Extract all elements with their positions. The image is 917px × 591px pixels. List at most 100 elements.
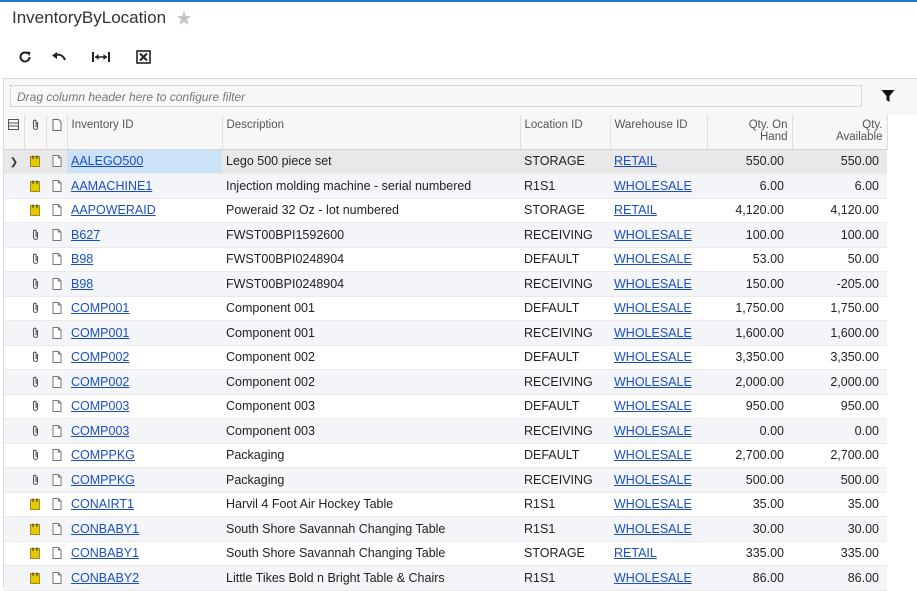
document-icon[interactable] <box>46 222 67 248</box>
inventory-id-link[interactable]: B627 <box>71 228 100 242</box>
note-attached-icon[interactable] <box>24 516 46 542</box>
row-indicator[interactable] <box>4 345 24 370</box>
inventory-id-cell[interactable]: AAPOWERAID <box>67 198 222 223</box>
document-icon[interactable] <box>46 247 67 272</box>
filter-drop-zone[interactable]: Drag column header here to configure fil… <box>10 85 862 107</box>
inventory-id-link[interactable]: COMP001 <box>71 301 129 315</box>
row-indicator[interactable] <box>4 394 24 419</box>
refresh-button[interactable] <box>12 46 38 68</box>
row-indicator[interactable] <box>4 247 24 272</box>
warehouse-id-cell[interactable]: RETAIL <box>610 198 707 223</box>
warehouse-id-link[interactable]: WHOLESALE <box>614 179 692 193</box>
table-row[interactable]: CONBABY1 South Shore Savannah Changing Ta… <box>4 516 887 542</box>
document-icon[interactable] <box>46 149 67 174</box>
document-icon[interactable] <box>46 345 67 370</box>
inventory-id-link[interactable]: AAMACHINE1 <box>71 179 152 193</box>
inventory-id-cell[interactable]: B98 <box>67 247 222 272</box>
warehouse-id-link[interactable]: WHOLESALE <box>614 350 692 364</box>
warehouse-id-cell[interactable]: WHOLESALE <box>610 418 707 444</box>
document-icon[interactable] <box>46 198 67 223</box>
files-icon[interactable] <box>24 418 46 444</box>
row-indicator[interactable] <box>4 173 24 199</box>
warehouse-id-cell[interactable]: WHOLESALE <box>610 369 707 395</box>
warehouse-id-link[interactable]: WHOLESALE <box>614 473 692 487</box>
files-icon[interactable] <box>24 467 46 493</box>
row-indicator[interactable] <box>4 516 24 542</box>
warehouse-id-cell[interactable]: WHOLESALE <box>610 320 707 346</box>
note-attached-icon[interactable] <box>24 173 46 199</box>
table-row[interactable]: CONBABY1 South Shore Savannah Changing Ta… <box>4 541 887 566</box>
document-icon[interactable] <box>46 394 67 419</box>
warehouse-id-cell[interactable]: WHOLESALE <box>610 345 707 370</box>
warehouse-id-link[interactable]: RETAIL <box>614 154 657 168</box>
inventory-id-cell[interactable]: CONBABY1 <box>67 541 222 566</box>
inventory-id-cell[interactable]: COMP001 <box>67 296 222 321</box>
warehouse-id-cell[interactable]: WHOLESALE <box>610 565 707 591</box>
column-header-location-id[interactable]: Location ID <box>520 115 611 150</box>
document-icon[interactable] <box>46 173 67 199</box>
table-row[interactable]: COMP002 Component 002 DEFAULT WHOLESALE 3,35… <box>4 345 887 370</box>
document-icon[interactable] <box>46 296 67 321</box>
warehouse-id-link[interactable]: WHOLESALE <box>614 497 692 511</box>
inventory-id-cell[interactable]: COMP002 <box>67 345 222 370</box>
warehouse-id-cell[interactable]: WHOLESALE <box>610 394 707 419</box>
warehouse-id-cell[interactable]: WHOLESALE <box>610 516 707 542</box>
inventory-id-cell[interactable]: COMP001 <box>67 320 222 346</box>
warehouse-id-link[interactable]: WHOLESALE <box>614 252 692 266</box>
row-indicator[interactable] <box>4 198 24 223</box>
inventory-id-cell[interactable]: AAMACHINE1 <box>67 173 222 199</box>
favorite-star-icon[interactable] <box>176 10 192 26</box>
table-row[interactable]: CONBABY2 Little Tikes Bold n Bright Table… <box>4 565 887 591</box>
column-header-qty-available[interactable]: Qty. Available <box>792 115 888 150</box>
document-icon[interactable] <box>46 541 67 566</box>
inventory-id-link[interactable]: COMP002 <box>71 375 129 389</box>
document-icon[interactable] <box>46 467 67 493</box>
inventory-id-cell[interactable]: COMP002 <box>67 369 222 395</box>
inventory-id-link[interactable]: B98 <box>71 252 93 266</box>
table-row[interactable]: AAPOWERAID Poweraid 32 Oz - lot numbered S… <box>4 198 887 223</box>
table-row[interactable]: B98 FWST00BPI0248904 RECEIVING WHOLESALE 150… <box>4 271 887 297</box>
row-indicator[interactable] <box>4 369 24 395</box>
warehouse-id-link[interactable]: WHOLESALE <box>614 522 692 536</box>
files-icon[interactable] <box>24 394 46 419</box>
table-row[interactable]: COMP003 Component 003 RECEIVING WHOLESALE 0.… <box>4 418 887 444</box>
row-indicator[interactable] <box>4 541 24 566</box>
inventory-id-cell[interactable]: CONBABY1 <box>67 516 222 542</box>
warehouse-id-link[interactable]: WHOLESALE <box>614 277 692 291</box>
note-attached-icon[interactable] <box>24 198 46 223</box>
warehouse-id-link[interactable]: RETAIL <box>614 203 657 217</box>
export-excel-button[interactable] <box>122 46 164 68</box>
table-row[interactable]: B98 FWST00BPI0248904 DEFAULT WHOLESALE 53.00… <box>4 247 887 272</box>
row-indicator[interactable] <box>4 467 24 493</box>
column-header-description[interactable]: Description <box>222 115 521 150</box>
warehouse-id-link[interactable]: RETAIL <box>614 546 657 560</box>
warehouse-id-cell[interactable]: WHOLESALE <box>610 271 707 297</box>
column-header-warehouse-id[interactable]: Warehouse ID <box>610 115 708 150</box>
inventory-id-link[interactable]: COMP002 <box>71 350 129 364</box>
document-icon[interactable] <box>46 320 67 346</box>
inventory-id-cell[interactable]: AALEGO500 <box>67 149 222 174</box>
document-icon[interactable] <box>46 492 67 517</box>
table-row[interactable]: B627 FWST00BPI1592600 RECEIVING WHOLESALE 10… <box>4 222 887 248</box>
inventory-id-link[interactable]: CONBABY2 <box>71 571 139 585</box>
files-column-header[interactable] <box>24 115 47 150</box>
warehouse-id-cell[interactable]: WHOLESALE <box>610 247 707 272</box>
document-icon[interactable] <box>46 271 67 297</box>
row-indicator[interactable] <box>4 320 24 346</box>
inventory-id-link[interactable]: CONBABY1 <box>71 546 139 560</box>
files-icon[interactable] <box>24 296 46 321</box>
table-row[interactable]: COMP001 Component 001 RECEIVING WHOLESALE 1,… <box>4 320 887 346</box>
inventory-id-link[interactable]: AALEGO500 <box>71 154 143 168</box>
notes-column-header[interactable] <box>46 115 68 150</box>
inventory-id-link[interactable]: COMPPKG <box>71 473 135 487</box>
inventory-id-link[interactable]: COMPPKG <box>71 448 135 462</box>
files-icon[interactable] <box>24 222 46 248</box>
fit-to-screen-button[interactable] <box>80 46 122 68</box>
files-icon[interactable] <box>24 443 46 468</box>
warehouse-id-cell[interactable]: RETAIL <box>610 149 707 174</box>
inventory-id-link[interactable]: CONBABY1 <box>71 522 139 536</box>
warehouse-id-link[interactable]: WHOLESALE <box>614 424 692 438</box>
filter-icon[interactable] <box>880 89 896 105</box>
warehouse-id-link[interactable]: WHOLESALE <box>614 448 692 462</box>
inventory-id-link[interactable]: COMP003 <box>71 399 129 413</box>
